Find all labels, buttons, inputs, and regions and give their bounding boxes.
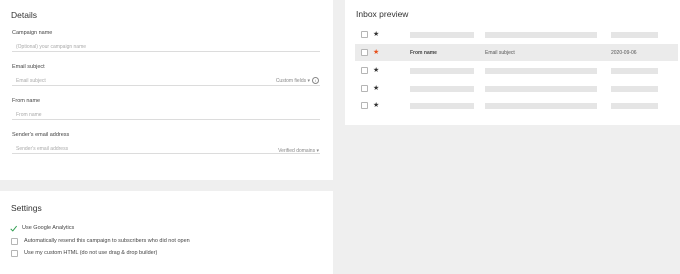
google-analytics-label: Use Google Analytics (22, 225, 75, 231)
preview-from-name: From name (410, 50, 437, 56)
google-analytics-option[interactable]: Use Google Analytics (10, 224, 75, 232)
placeholder-bar (611, 102, 658, 109)
row-checkbox[interactable] (361, 102, 368, 109)
inbox-row: ★ (355, 97, 678, 114)
sender-email-input[interactable] (12, 144, 320, 154)
row-checkbox[interactable] (361, 85, 368, 92)
placeholder-bar (485, 67, 597, 74)
from-name-label: From name (12, 98, 41, 104)
inbox-row: ★ (355, 62, 678, 79)
settings-title: Settings (11, 203, 42, 213)
row-checkbox[interactable] (361, 31, 368, 38)
auto-resend-label: Automatically resend this campaign to su… (24, 238, 190, 244)
placeholder-bar (611, 31, 658, 38)
auto-resend-option[interactable]: Automatically resend this campaign to su… (11, 237, 190, 245)
star-icon[interactable]: ★ (373, 31, 379, 38)
placeholder-bar (485, 31, 597, 38)
placeholder-bar (611, 67, 658, 74)
custom-html-option[interactable]: Use my custom HTML (do not use drag & dr… (11, 249, 157, 257)
placeholder-bar (485, 85, 597, 92)
checkmark-icon[interactable] (10, 225, 17, 232)
email-subject-input[interactable] (12, 76, 320, 86)
details-title: Details (11, 10, 37, 20)
preview-date: 2020-09-06 (611, 50, 637, 56)
inbox-row-preview: ★ From name Email subject 2020-09-06 (355, 44, 678, 61)
star-icon[interactable]: ★ (373, 49, 379, 56)
custom-html-checkbox[interactable] (11, 249, 18, 257)
row-checkbox[interactable] (361, 49, 368, 56)
custom-html-label: Use my custom HTML (do not use drag & dr… (24, 250, 158, 256)
placeholder-bar (410, 102, 474, 109)
placeholder-bar (410, 85, 474, 92)
inbox-row: ★ (355, 26, 678, 43)
custom-fields-label: Custom fields ▾ (275, 77, 310, 84)
custom-fields-dropdown[interactable]: Custom fields ▾ i (276, 77, 319, 84)
campaign-name-label: Campaign name (12, 30, 53, 36)
preview-subject: Email subject (485, 50, 515, 56)
verified-domains-label: Verified domains ▾ (278, 148, 319, 154)
campaign-name-input[interactable] (12, 42, 320, 52)
placeholder-bar (611, 85, 658, 92)
inbox-row: ★ (355, 80, 678, 97)
placeholder-bar (410, 67, 474, 74)
settings-panel: Settings Use Google Analytics Automatica… (0, 191, 333, 274)
row-checkbox[interactable] (361, 67, 368, 74)
email-subject-label: Email subject (12, 64, 45, 70)
placeholder-bar (485, 102, 597, 109)
inbox-preview-panel: Inbox preview ★ ★ From name Email subjec… (345, 0, 680, 125)
details-panel: Details Campaign name Email subject Cust… (0, 0, 333, 180)
verified-domains-dropdown[interactable]: Verified domains ▾ (278, 148, 319, 154)
sender-email-label: Sender's email address (12, 132, 70, 138)
info-icon[interactable]: i (312, 77, 319, 84)
from-name-input[interactable] (12, 110, 320, 120)
placeholder-bar (410, 31, 474, 38)
auto-resend-checkbox[interactable] (11, 237, 18, 245)
star-icon[interactable]: ★ (373, 85, 379, 92)
star-icon[interactable]: ★ (373, 67, 379, 74)
inbox-preview-title: Inbox preview (356, 9, 409, 19)
star-icon[interactable]: ★ (373, 102, 379, 109)
